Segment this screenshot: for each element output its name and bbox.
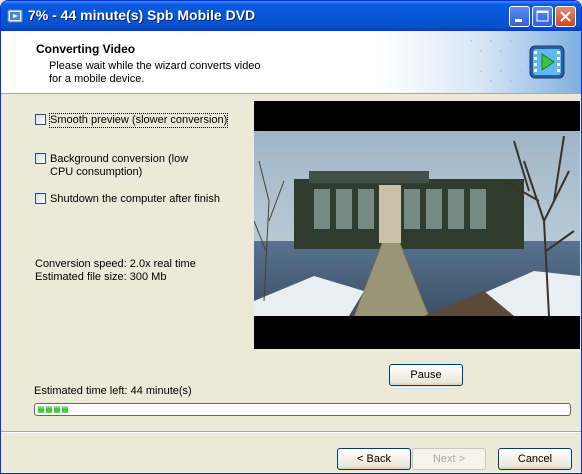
video-frame-image	[254, 101, 580, 349]
shutdown-checkbox[interactable]	[35, 193, 46, 204]
minimize-button[interactable]	[509, 6, 530, 27]
estimated-time-left: Estimated time left: 44 minute(s)	[34, 385, 192, 397]
back-button[interactable]: < Back	[337, 448, 411, 470]
video-preview	[254, 101, 580, 349]
progress-segment	[54, 406, 60, 413]
shutdown-label[interactable]: Shutdown the computer after finish	[50, 193, 220, 206]
background-conversion-label-line1[interactable]: Background conversion (low	[50, 153, 188, 166]
page-subtitle: Please wait while the wizard converts vi…	[49, 60, 261, 85]
cancel-button[interactable]: Cancel	[498, 448, 572, 470]
background-conversion-checkbox[interactable]	[35, 153, 46, 164]
app-icon	[7, 9, 23, 23]
close-button[interactable]	[555, 6, 576, 27]
title-bar[interactable]: 7% - 44 minute(s) Spb Mobile DVD	[1, 1, 581, 31]
progress-segment	[46, 406, 52, 413]
page-title: Converting Video	[36, 42, 136, 56]
next-button[interactable]: Next >	[412, 448, 486, 470]
footer-divider	[1, 431, 581, 433]
conversion-speed: Conversion speed: 2.0x real time	[35, 258, 196, 270]
conversion-progress-bar	[34, 403, 571, 416]
wizard-window: 7% - 44 minute(s) Spb Mobile DVD Convert…	[0, 0, 582, 474]
background-conversion-label-line2[interactable]: CPU consumption)	[50, 166, 142, 179]
window-title: 7% - 44 minute(s) Spb Mobile DVD	[28, 7, 256, 23]
smooth-preview-label[interactable]: Smooth preview (slower conversion)	[48, 113, 229, 128]
smooth-preview-checkbox[interactable]	[35, 114, 46, 125]
estimated-file-size: Estimated file size: 300 Mb	[35, 271, 167, 283]
close-icon	[560, 11, 571, 22]
progress-segment	[62, 406, 68, 413]
minimize-icon	[515, 19, 522, 22]
maximize-icon	[536, 10, 549, 22]
maximize-button[interactable]	[532, 6, 553, 27]
video-logo-icon	[529, 45, 565, 79]
pause-button[interactable]: Pause	[389, 364, 463, 386]
progress-segment	[38, 406, 44, 413]
wizard-header: Converting Video Please wait while the w…	[1, 31, 581, 94]
